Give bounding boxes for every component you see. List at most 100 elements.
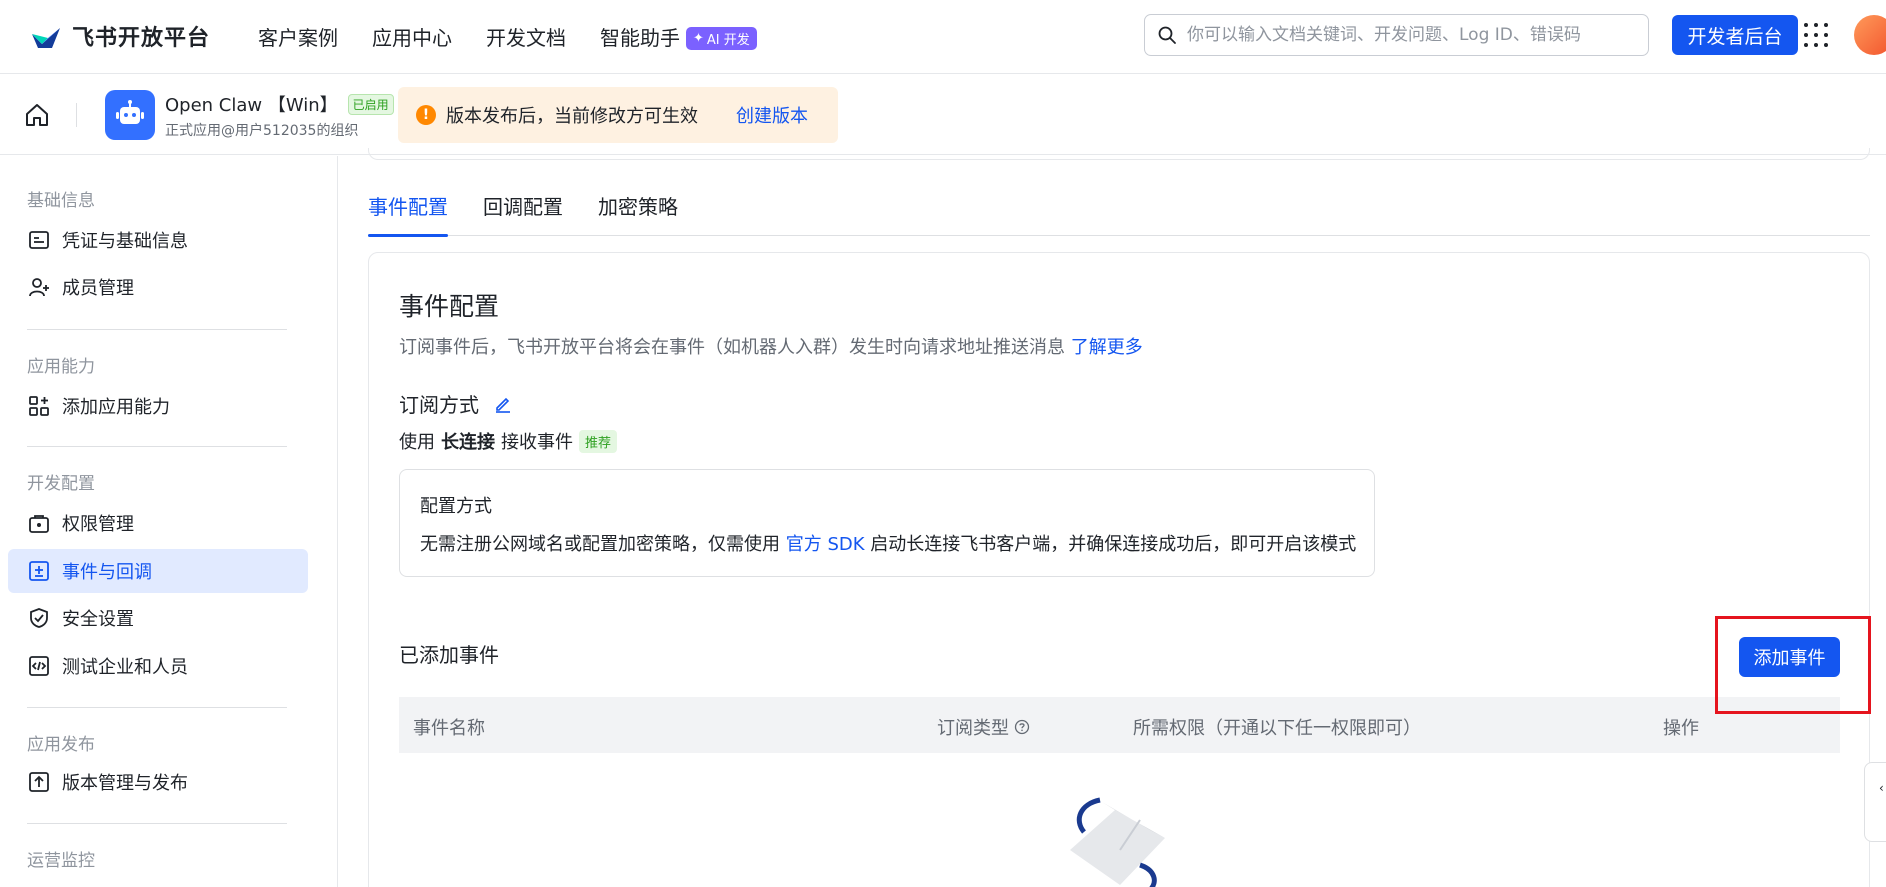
- added-events-title: 已添加事件: [399, 643, 499, 667]
- section-title: 事件配置: [399, 292, 500, 321]
- sidebar-item-label: 添加应用能力: [62, 397, 170, 418]
- member-add-icon: [29, 278, 49, 297]
- sidebar-item-permissions[interactable]: 权限管理: [8, 501, 308, 545]
- tab-encryption-policy[interactable]: 加密策略: [598, 192, 678, 236]
- column-required-permissions: 所需权限（开通以下任一权限即可）: [1133, 718, 1421, 739]
- sidebar-item-label: 安全设置: [62, 609, 134, 630]
- app-capability-icon: [29, 396, 49, 416]
- credential-icon: [29, 231, 49, 249]
- sidebar-item-add-capability[interactable]: 添加应用能力: [8, 384, 308, 428]
- learn-more-link[interactable]: 了解更多: [1071, 337, 1143, 358]
- upload-icon: [29, 772, 49, 792]
- column-event-name: 事件名称: [413, 718, 485, 739]
- sidebar-section-capability: 应用能力: [27, 357, 95, 377]
- status-badge: 已启用: [347, 93, 394, 115]
- release-notice-banner: ! 版本发布后，当前修改方可生效 创建版本: [398, 87, 838, 143]
- app-organization: 正式应用@用户512035的组织: [165, 123, 359, 139]
- annotation-highlight-box: [1715, 616, 1871, 714]
- app-header-bar: Open Claw 【Win】 已启用 正式应用@用户512035的组织 ! 版…: [0, 75, 1886, 155]
- nav-smart-assistant-label: 智能助手: [600, 26, 680, 50]
- sidebar-section-release: 应用发布: [27, 735, 95, 755]
- sidebar-item-label: 权限管理: [62, 514, 134, 535]
- sidebar-item-version-release[interactable]: 版本管理与发布: [8, 760, 308, 804]
- apps-grid-icon[interactable]: [1804, 23, 1828, 47]
- sidebar-divider: [27, 707, 287, 708]
- column-subscription-type-label: 订阅类型: [937, 718, 1009, 739]
- sidebar-item-members[interactable]: 成员管理: [8, 265, 308, 309]
- floating-side-tab[interactable]: ‹: [1864, 762, 1886, 842]
- nav-smart-assistant[interactable]: 智能助手 ✦ AI 开发: [600, 22, 757, 51]
- column-subscription-type: 订阅类型: [937, 714, 1030, 740]
- notice-text: 版本发布后，当前修改方可生效: [446, 106, 698, 127]
- permission-icon: [29, 515, 49, 533]
- sidebar-item-security[interactable]: 安全设置: [8, 596, 308, 640]
- brand-name: 飞书开放平台: [72, 26, 211, 51]
- config-method-desc: 无需注册公网域名或配置加密策略，仅需使用 官方 SDK 启动长连接飞书客户端，并…: [420, 530, 1356, 556]
- brand-logo[interactable]: 飞书开放平台: [28, 18, 210, 54]
- subscription-method-label: 订阅方式: [399, 393, 479, 417]
- sidebar-item-credentials[interactable]: 凭证与基础信息: [8, 218, 308, 262]
- sidebar-item-label: 版本管理与发布: [62, 773, 188, 794]
- top-navigation-bar: 飞书开放平台 客户案例 应用中心 开发文档 智能助手 ✦AI 开发 开发者后台: [0, 0, 1886, 74]
- top-nav-menu: 客户案例 应用中心 开发文档 智能助手 ✦ AI 开发: [258, 22, 757, 51]
- nav-dev-docs[interactable]: 开发文档: [486, 22, 566, 51]
- sidebar-item-events-callbacks[interactable]: 事件与回调: [8, 549, 308, 593]
- recommended-badge: 推荐: [579, 429, 618, 453]
- create-version-link[interactable]: 创建版本: [736, 102, 808, 128]
- nav-customer-cases[interactable]: 客户案例: [258, 22, 338, 51]
- sidebar-divider: [27, 446, 287, 447]
- user-avatar[interactable]: [1854, 15, 1886, 55]
- use-suffix: 接收事件: [501, 432, 573, 453]
- search-input[interactable]: [1187, 25, 1627, 45]
- sidebar-item-label: 事件与回调: [62, 562, 152, 583]
- tab-callback-config[interactable]: 回调配置: [483, 192, 563, 236]
- section-description: 订阅事件后，飞书开放平台将会在事件（如机器人入群）发生时向请求地址推送消息 了解…: [399, 333, 1143, 359]
- use-prefix: 使用: [399, 432, 435, 453]
- home-icon[interactable]: [24, 102, 50, 128]
- sidebar-item-test-users[interactable]: 测试企业和人员: [8, 644, 308, 688]
- official-sdk-link[interactable]: 官方 SDK: [786, 534, 865, 555]
- previous-card-edge: [368, 148, 1870, 160]
- tab-event-config[interactable]: 事件配置: [368, 192, 448, 237]
- feishu-logo-icon: [32, 28, 60, 48]
- sidebar-section-basic: 基础信息: [27, 191, 95, 211]
- event-callback-icon: [29, 561, 49, 581]
- ai-dev-badge: ✦ AI 开发: [686, 27, 757, 50]
- sidebar-divider: [27, 823, 287, 824]
- sidebar-section-monitoring: 运营监控: [27, 851, 95, 871]
- app-name: Open Claw 【Win】: [165, 95, 338, 116]
- column-actions: 操作: [1663, 718, 1699, 739]
- help-icon[interactable]: [1014, 719, 1030, 735]
- edit-icon[interactable]: [493, 394, 513, 414]
- empty-box-illustration: [1070, 797, 1165, 887]
- sidebar-item-label: 凭证与基础信息: [62, 231, 188, 252]
- sidebar-item-label: 测试企业和人员: [62, 657, 188, 678]
- divider: [76, 103, 77, 127]
- app-title: Open Claw 【Win】 已启用: [165, 91, 394, 117]
- subscription-method-value: 使用 长连接 接收事件 推荐: [399, 428, 618, 454]
- sidebar-divider: [27, 329, 287, 330]
- sidebar-section-dev-config: 开发配置: [27, 474, 95, 494]
- search-box[interactable]: [1144, 14, 1649, 56]
- chevron-left-icon: ‹: [1879, 781, 1884, 795]
- description-text: 订阅事件后，飞书开放平台将会在事件（如机器人入群）发生时向请求地址推送消息: [399, 337, 1065, 358]
- events-table-header: 事件名称 订阅类型 所需权限（开通以下任一权限即可） 操作: [399, 697, 1840, 753]
- warning-icon: !: [416, 105, 436, 125]
- search-icon: [1158, 26, 1176, 44]
- config-method-box: 配置方式 无需注册公网域名或配置加密策略，仅需使用 官方 SDK 启动长连接飞书…: [399, 469, 1375, 577]
- sparkle-icon: ✦: [693, 31, 704, 46]
- long-connection-label: 长连接: [441, 432, 495, 453]
- config-tabs: 事件配置 回调配置 加密策略: [368, 192, 1870, 237]
- subscription-method: 订阅方式: [399, 389, 513, 418]
- ai-badge-label: AI 开发: [706, 33, 750, 48]
- nav-app-center[interactable]: 应用中心: [372, 22, 452, 51]
- method-desc-after: 启动长连接飞书客户端，并确保连接成功后，即可开启该模式: [870, 534, 1357, 555]
- method-desc-before: 无需注册公网域名或配置加密策略，仅需使用: [420, 534, 780, 555]
- developer-console-button[interactable]: 开发者后台: [1672, 15, 1798, 55]
- app-robot-icon: [105, 90, 155, 140]
- code-test-icon: [29, 656, 49, 676]
- sidebar: 基础信息 凭证与基础信息 成员管理 应用能力 添加应用能力 开发配置 权限管理 …: [0, 156, 338, 887]
- config-method-title: 配置方式: [420, 496, 492, 517]
- shield-icon: [30, 608, 48, 628]
- sidebar-item-label: 成员管理: [62, 278, 134, 299]
